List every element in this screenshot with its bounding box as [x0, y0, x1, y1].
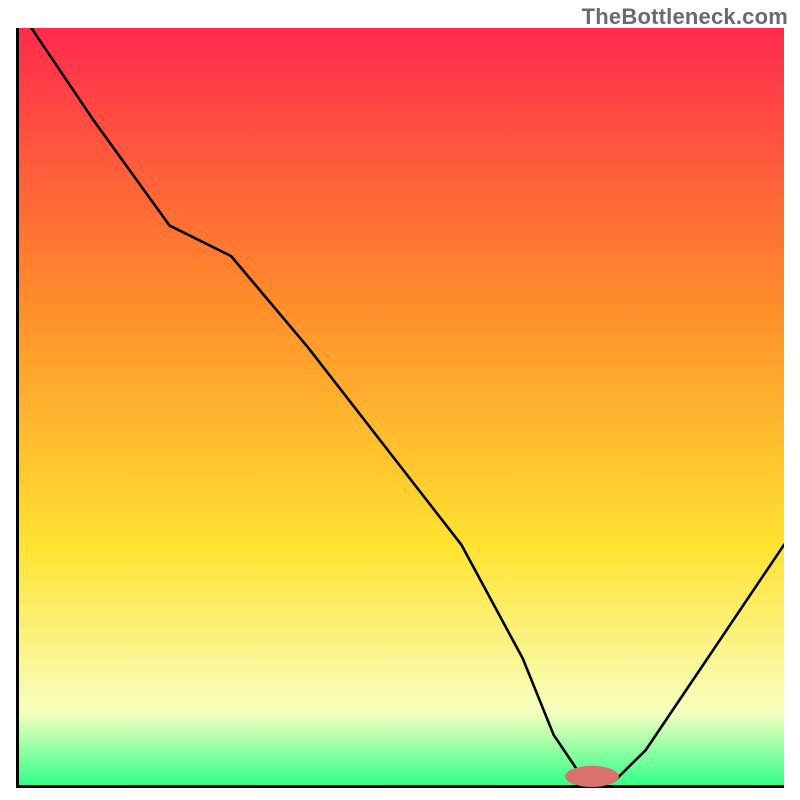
watermark-text: TheBottleneck.com: [582, 4, 788, 30]
chart-plot-area: [16, 28, 784, 788]
chart-background: [16, 28, 784, 788]
chart-svg: [16, 28, 784, 788]
optimal-marker: [565, 766, 619, 787]
